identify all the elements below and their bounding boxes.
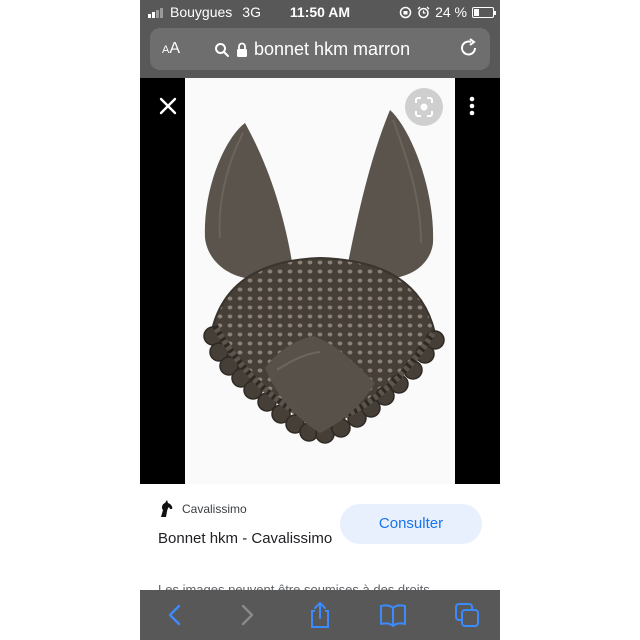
forward-icon[interactable] (232, 600, 262, 630)
share-icon[interactable] (305, 600, 335, 630)
close-button[interactable] (154, 92, 182, 120)
battery-icon (472, 6, 496, 18)
browser-toolbar (140, 590, 500, 640)
tabs-icon[interactable] (452, 600, 482, 630)
lock-icon (237, 42, 247, 57)
url-text: bonnet hkm marron (254, 39, 411, 59)
fly-bonnet-illustration (203, 110, 445, 444)
result-title[interactable]: Bonnet hkm - Cavalissimo (158, 528, 338, 550)
back-icon[interactable] (160, 600, 190, 630)
more-vert-icon (469, 96, 475, 116)
battery-fill (474, 8, 479, 16)
battery-percent: 24 % (435, 4, 467, 20)
more-options-button[interactable] (458, 92, 486, 120)
product-image[interactable] (185, 78, 455, 484)
status-right: 24 % (399, 4, 496, 20)
alarm-icon (417, 6, 430, 18)
lens-icon (415, 97, 433, 117)
consult-button[interactable]: Consulter (340, 504, 482, 544)
lens-button[interactable] (405, 88, 443, 126)
reload-icon[interactable] (458, 37, 480, 59)
source-name: Cavalissimo (182, 502, 247, 516)
orientation-lock-icon (399, 6, 412, 18)
phone-screen: Bouygues 3G 11:50 AM 24 % AA bonnet hkm … (140, 0, 500, 640)
close-icon (159, 97, 177, 115)
text-size-button[interactable]: AA (162, 40, 180, 58)
url-display[interactable]: bonnet hkm marron (214, 39, 410, 60)
bookmarks-icon[interactable] (378, 600, 408, 630)
source-row[interactable]: Cavalissimo (158, 500, 247, 518)
horse-logo-icon (161, 500, 173, 517)
status-bar: Bouygues 3G 11:50 AM 24 % (140, 0, 500, 24)
result-card: Cavalissimo Bonnet hkm - Cavalissimo Con… (140, 484, 500, 597)
search-icon (215, 42, 229, 57)
browser-top-bar: AA bonnet hkm marron (140, 24, 500, 78)
address-bar[interactable]: AA bonnet hkm marron (150, 28, 490, 70)
image-viewer (140, 78, 500, 484)
